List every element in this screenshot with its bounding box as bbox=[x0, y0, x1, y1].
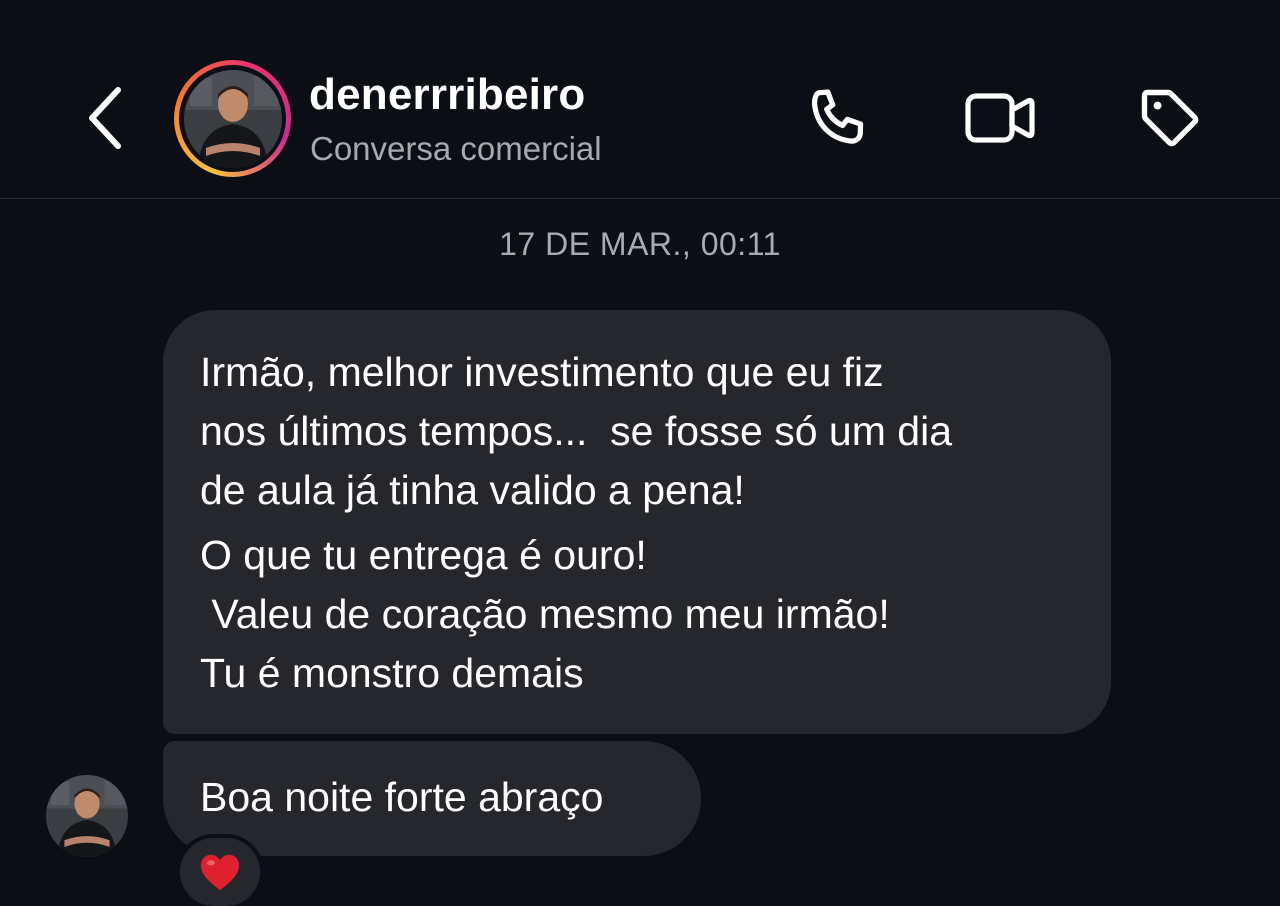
sender-avatar[interactable] bbox=[46, 775, 128, 857]
heart-icon bbox=[200, 854, 240, 891]
message-line: Valeu de coração mesmo meu irmão! bbox=[200, 591, 890, 637]
phone-icon bbox=[811, 89, 864, 144]
message-reaction[interactable] bbox=[176, 834, 264, 906]
video-camera-icon bbox=[965, 93, 1035, 143]
message-timestamp: 17 DE MAR., 00:11 bbox=[499, 226, 781, 262]
message-line: Irmão, melhor investimento que eu fiz bbox=[200, 349, 884, 395]
message-line: nos últimos tempos... se fosse só um dia bbox=[200, 408, 952, 454]
label-button[interactable] bbox=[1132, 80, 1208, 156]
back-button[interactable] bbox=[78, 82, 130, 154]
dm-thread-screen: denerrribeiro Conversa comercial 17 DE M… bbox=[0, 0, 1280, 906]
message-line: de aula já tinha valido a pena! bbox=[200, 467, 745, 513]
message-line: Tu é monstro demais bbox=[200, 650, 584, 696]
contact-username[interactable]: denerrribeiro bbox=[309, 70, 585, 120]
message-bubble[interactable]: Irmão, melhor investimento que eu fiz no… bbox=[163, 310, 1111, 734]
audio-call-button[interactable] bbox=[800, 80, 876, 156]
tag-icon bbox=[1141, 89, 1199, 147]
video-call-button[interactable] bbox=[962, 80, 1038, 156]
message-line: O que tu entrega é ouro! bbox=[200, 532, 647, 578]
avatar-photo bbox=[183, 69, 282, 168]
conversation-header: denerrribeiro Conversa comercial bbox=[0, 0, 1280, 199]
profile-avatar[interactable] bbox=[174, 60, 291, 177]
conversation-type-label: Conversa comercial bbox=[310, 130, 602, 167]
chevron-left-icon bbox=[89, 87, 121, 149]
